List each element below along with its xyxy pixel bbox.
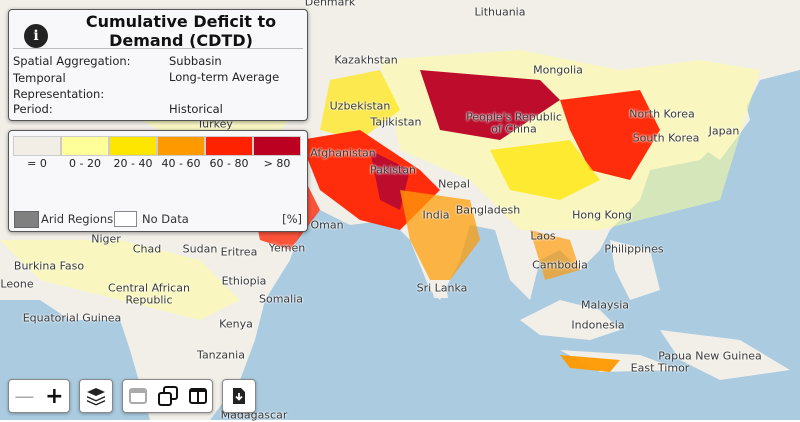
- period-label: Period:: [13, 102, 53, 116]
- map-label: Oman: [310, 218, 344, 232]
- temporal-representation-value: Long-term Average: [169, 70, 280, 84]
- zoom-in-icon: +: [45, 383, 64, 409]
- single-view-button[interactable]: [128, 388, 147, 404]
- map-label: Bangladesh: [455, 203, 521, 217]
- layers-button[interactable]: [79, 379, 113, 413]
- map-label: Tajikistan: [370, 115, 422, 129]
- legend-swatch: [61, 136, 109, 156]
- split-view-icon: [188, 388, 207, 404]
- legend-swatch: [253, 136, 301, 156]
- map-label: Indonesia: [571, 318, 625, 332]
- legend-panel: = 0 0 - 20 20 - 40 40 - 60 60 - 80 > 80 Arid …: [8, 130, 308, 232]
- map-label: India: [422, 208, 450, 222]
- single-view-icon: [128, 388, 147, 404]
- zoom-in-button[interactable]: +: [45, 384, 63, 409]
- map-label: Yemen: [268, 241, 306, 255]
- map-label: Hong Kong: [572, 208, 632, 222]
- map-label: of China: [491, 122, 537, 136]
- map-label: South Korea: [632, 131, 700, 145]
- map-label: Leone: [0, 277, 34, 291]
- view-mode-control: [122, 379, 213, 413]
- map-label: Malaysia: [580, 298, 630, 312]
- map-label: Republic: [125, 293, 173, 307]
- map-label: Nepal: [438, 177, 470, 191]
- map-label: Niger: [91, 232, 121, 246]
- map-label: Laos: [530, 229, 556, 243]
- layer-title: Cumulative Deficit to Demand (CDTD): [85, 12, 277, 50]
- map-label: Japan: [708, 124, 740, 138]
- info-icon[interactable]: i: [24, 24, 48, 48]
- legend-swatch: [13, 136, 61, 156]
- map-label: Lithuania: [474, 5, 526, 19]
- map-label: Sudan: [182, 242, 218, 256]
- map-label: Equatorial Guinea: [22, 311, 122, 325]
- period-value: Historical: [169, 102, 223, 116]
- unit-label: [%]: [282, 212, 302, 226]
- legend-class-label: 20 - 40: [113, 157, 153, 170]
- legend-class-label: = 0: [27, 157, 47, 170]
- map-label: Eritrea: [220, 245, 258, 259]
- temporal-representation-label: Temporal Representation:: [13, 71, 105, 101]
- map-label: Pakistan: [369, 163, 417, 177]
- layer-info-panel: i Cumulative Deficit to Demand (CDTD) Sp…: [8, 9, 308, 121]
- overlay-view-button[interactable]: [157, 386, 178, 406]
- map-label: Philippines: [604, 242, 664, 256]
- map-label: Afghanistan: [310, 146, 376, 160]
- legend-class-label: 40 - 60: [161, 157, 201, 170]
- legend-class-label: 60 - 80: [209, 157, 249, 170]
- map-label: Mongolia: [533, 63, 583, 77]
- map-label: Tanzania: [197, 348, 245, 362]
- overlay-view-icon: [157, 386, 178, 406]
- map-label: Sri Lanka: [416, 281, 468, 295]
- map-label: East Timor: [630, 361, 690, 375]
- legend-class-label: 0 - 20: [69, 157, 101, 170]
- map-label: Burkina Faso: [13, 259, 85, 273]
- spatial-aggregation-label: Spatial Aggregation:: [13, 54, 131, 68]
- arid-regions-swatch: [14, 211, 39, 228]
- legend-swatch: [109, 136, 157, 156]
- zoom-out-button[interactable]: —: [14, 384, 34, 408]
- download-file-icon: [233, 388, 245, 404]
- legend-swatch: [157, 136, 205, 156]
- spatial-aggregation-value: Subbasin: [169, 54, 222, 68]
- legend-class-label: > 80: [263, 157, 291, 170]
- no-data-label: No Data: [142, 212, 189, 226]
- divider: [13, 48, 303, 49]
- map-label: Somalia: [258, 292, 304, 306]
- layers-icon: [87, 388, 105, 406]
- map-label: Kenya: [219, 317, 253, 331]
- map-label: Cambodia: [532, 258, 588, 272]
- legend-swatch: [205, 136, 253, 156]
- zoom-out-icon: —: [14, 384, 35, 408]
- map-label: Kazakhstan: [334, 53, 398, 67]
- map-label: Ethiopia: [221, 274, 267, 288]
- split-view-button[interactable]: [188, 388, 207, 404]
- no-data-swatch: [114, 211, 137, 227]
- map-label: Chad: [132, 242, 162, 256]
- map-label: North Korea: [629, 107, 695, 121]
- map-label: Denmark: [304, 0, 356, 9]
- map-label: Uzbekistan: [329, 99, 391, 113]
- download-button[interactable]: [222, 379, 256, 413]
- arid-regions-label: Arid Regions: [41, 212, 114, 226]
- zoom-control: — +: [8, 379, 70, 413]
